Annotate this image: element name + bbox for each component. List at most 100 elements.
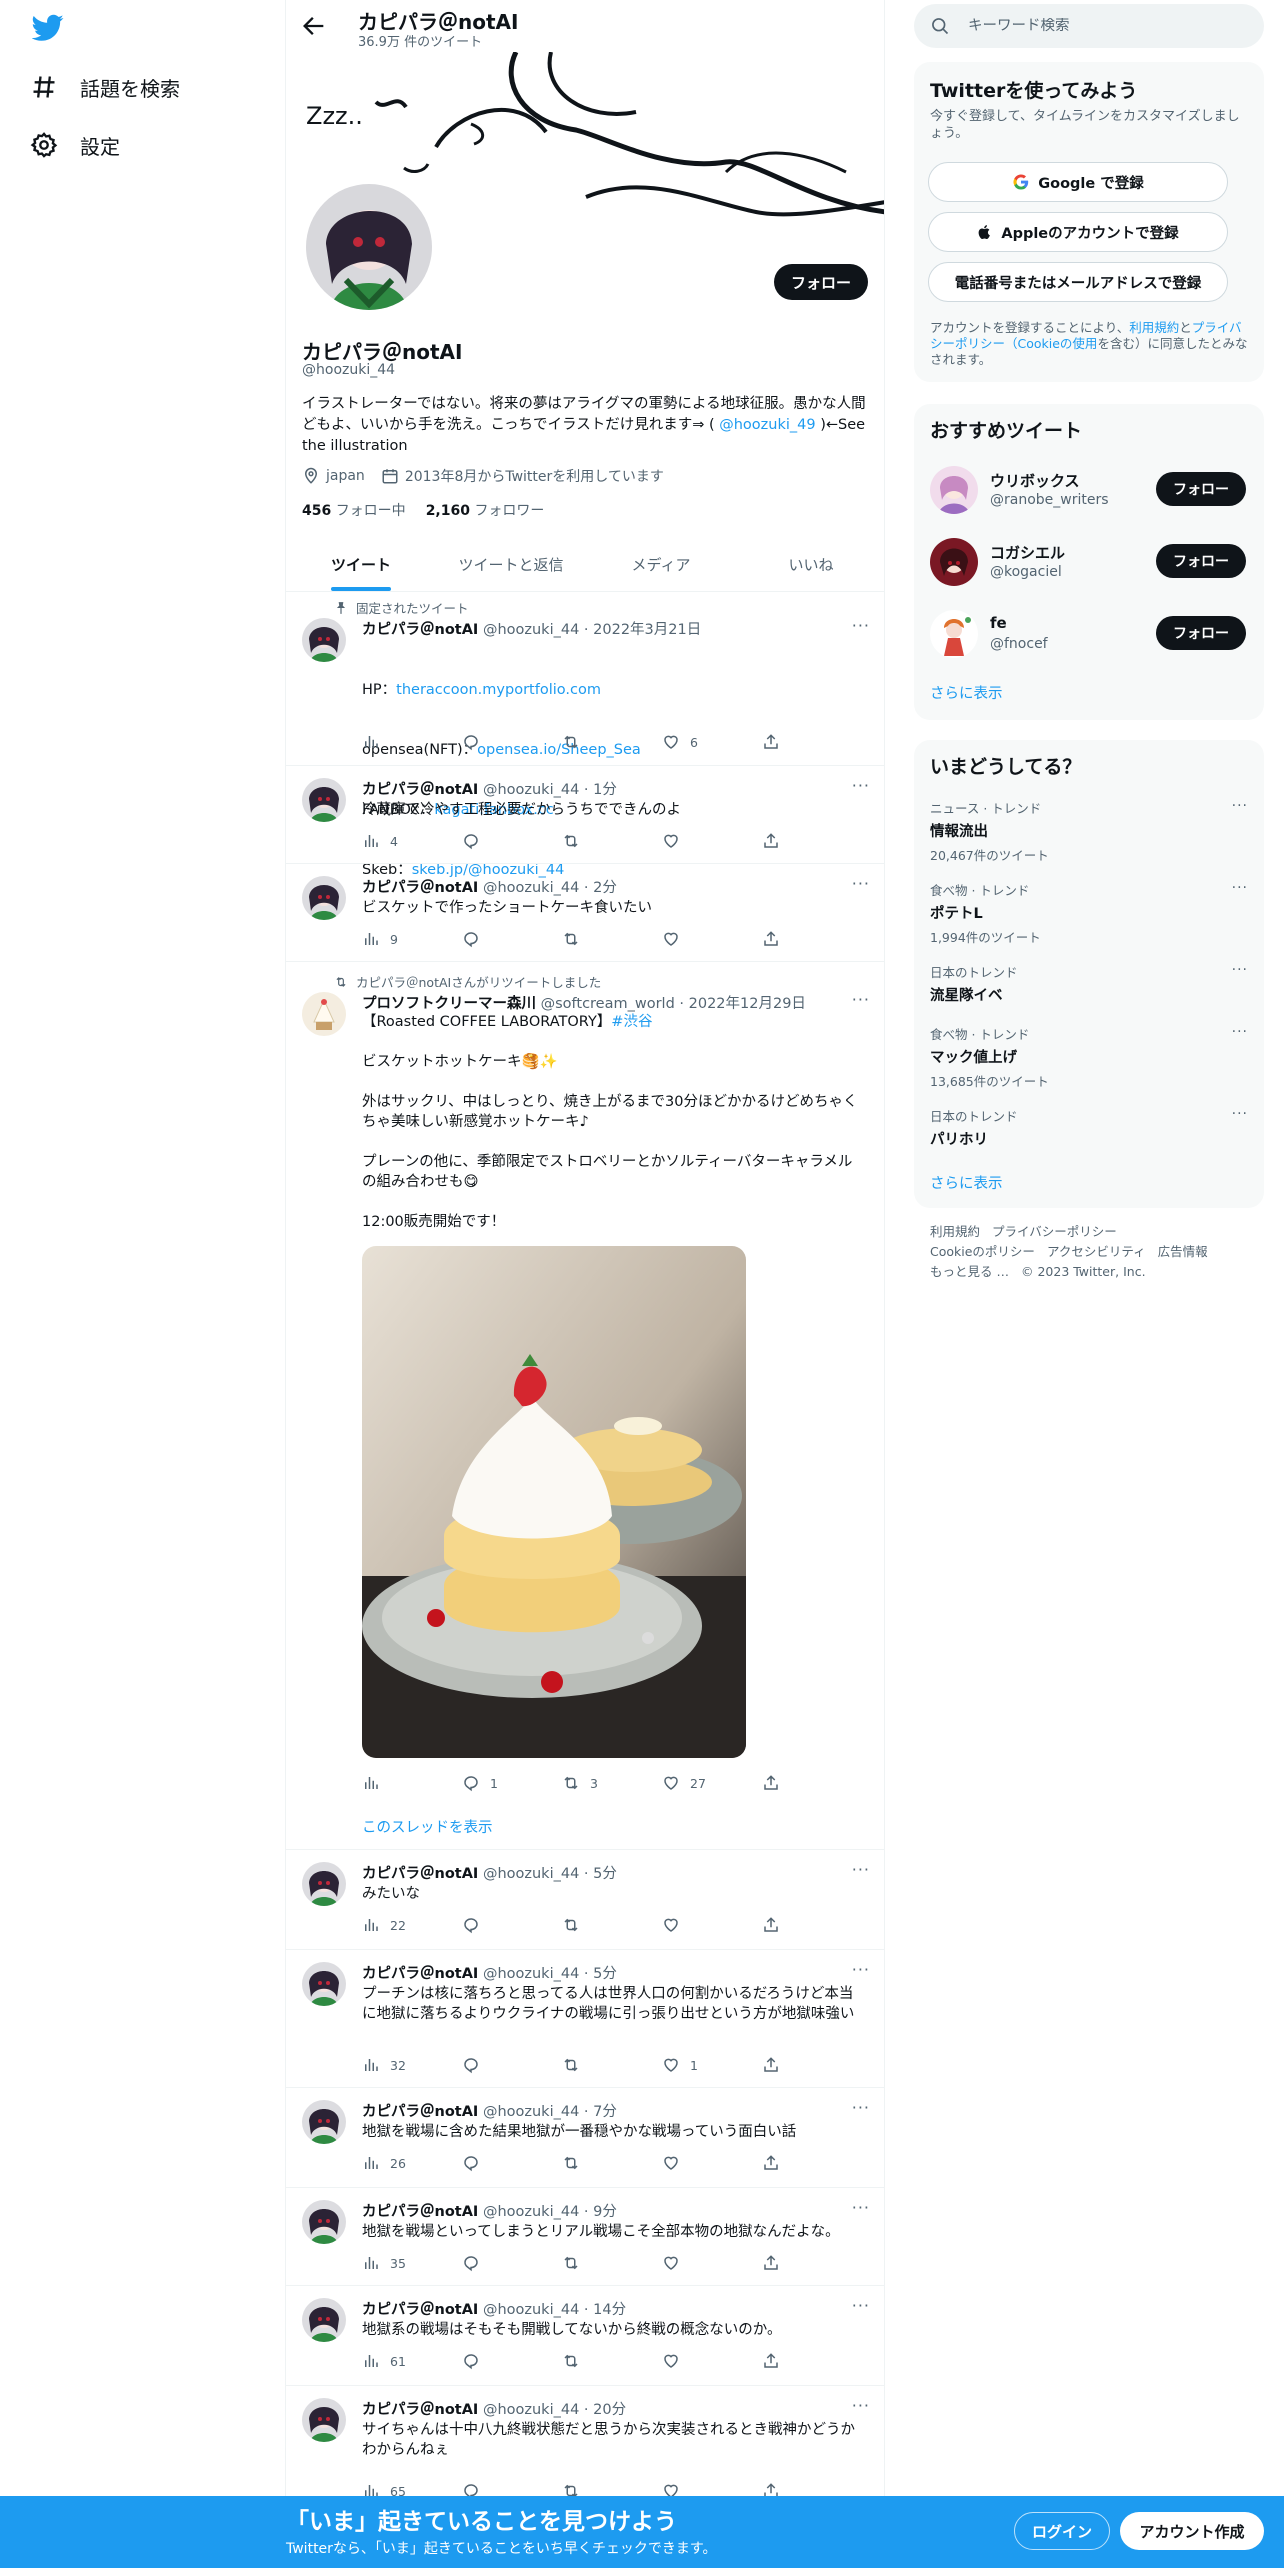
more-options-icon[interactable]: ···	[852, 1960, 870, 1979]
more-options-icon[interactable]: ···	[852, 2098, 870, 2117]
tweet-meta[interactable]: @hoozuki_44 · 9分	[483, 2204, 617, 2220]
tweet-author-name[interactable]: カピパラ＠notAI	[362, 880, 478, 896]
share-button[interactable]	[762, 930, 780, 948]
followers-link[interactable]: 2,160 フォロワー	[426, 500, 545, 520]
retweeted-tweet[interactable]: カピパラ＠notAIさんがリツイートしました プロソフトクリーマー森川 @sof…	[286, 962, 884, 1850]
reply-button[interactable]	[462, 2352, 480, 2370]
pinned-tweet[interactable]: 固定されたツイート カピパラ＠notAI @hoozuki_44 · 2022年…	[286, 592, 884, 878]
share-button[interactable]	[762, 2352, 780, 2370]
more-options-icon[interactable]: ···	[852, 1860, 870, 1879]
back-arrow-icon[interactable]	[300, 12, 328, 40]
following-link[interactable]: 456 フォロー中	[302, 500, 406, 520]
retweet-button[interactable]	[562, 733, 590, 751]
like-button[interactable]	[662, 832, 680, 850]
show-thread-link[interactable]: このスレッドを表示	[362, 1816, 493, 1837]
tweet-author-name[interactable]: プロソフトクリーマー森川	[362, 996, 536, 1012]
recommended-user[interactable]: コガシエル @kogaciel フォロー	[930, 534, 1248, 590]
terms-link[interactable]: 利用規約	[1129, 320, 1179, 335]
tweet-meta[interactable]: @softcream_world · 2022年12月29日	[541, 996, 806, 1012]
tweet[interactable]: カピパラ＠notAI @hoozuki_44 · 14分 ··· 地獄系の戦場は…	[286, 2286, 884, 2386]
tab-media[interactable]: メディア	[586, 538, 736, 591]
reply-button[interactable]	[462, 733, 490, 751]
nav-settings[interactable]: 設定	[30, 120, 120, 170]
tweet-avatar[interactable]	[302, 778, 346, 822]
footer-cookie-link[interactable]: Cookieのポリシー	[930, 1244, 1035, 1259]
tweet-meta[interactable]: @hoozuki_44 · 2分	[483, 880, 617, 896]
tweet-meta[interactable]: @hoozuki_44 · 5分	[483, 1866, 617, 1882]
google-signup-button[interactable]: Google で登録	[928, 162, 1228, 202]
tweet-meta[interactable]: @hoozuki_44 · 14分	[483, 2302, 626, 2318]
tweet-meta[interactable]: @hoozuki_44 · 20分	[483, 2402, 626, 2418]
tweet-author-name[interactable]: カピパラ＠notAI	[362, 1866, 478, 1882]
more-options-icon[interactable]: ···	[1232, 880, 1248, 896]
reply-button[interactable]	[462, 832, 480, 850]
footer-ads-link[interactable]: 広告情報	[1158, 1244, 1208, 1259]
footer-accessibility-link[interactable]: アクセシビリティ	[1047, 1244, 1146, 1259]
more-options-icon[interactable]: ···	[1232, 1024, 1248, 1040]
views-button[interactable]: 9	[362, 930, 398, 948]
footer-more-link[interactable]: もっと見る …	[930, 1264, 1009, 1279]
like-button[interactable]	[662, 2352, 680, 2370]
tweet-avatar[interactable]	[302, 1862, 346, 1906]
recommended-user[interactable]: fe @fnocef フォロー	[930, 606, 1248, 662]
tweet[interactable]: カピパラ＠notAI @hoozuki_44 · 2分 ··· ビスケットで作っ…	[286, 864, 884, 962]
tweet-avatar[interactable]	[302, 876, 346, 920]
tweet[interactable]: カピパラ＠notAI @hoozuki_44 · 7分 ··· 地獄を戦場に含め…	[286, 2088, 884, 2188]
share-button[interactable]	[762, 1916, 780, 1934]
portfolio-link[interactable]: theraccoon.myportfolio.com	[396, 682, 601, 698]
phone-email-signup-button[interactable]: 電話番号またはメールアドレスで登録	[928, 262, 1228, 302]
tweet-avatar[interactable]	[302, 618, 346, 662]
retweet-button[interactable]	[562, 2254, 580, 2272]
views-button[interactable]: 35	[362, 2254, 406, 2272]
trend-item[interactable]: ニュース · トレンド 情報流出 20,467件のツイート ···	[930, 798, 1248, 864]
tweet-meta[interactable]: @hoozuki_44 · 5分	[483, 1966, 617, 1982]
like-button[interactable]	[662, 2254, 680, 2272]
share-button[interactable]	[762, 733, 780, 751]
retweet-author-avatar[interactable]	[302, 992, 346, 1036]
share-button[interactable]	[762, 832, 780, 850]
views-button[interactable]	[362, 1774, 390, 1792]
tweet-author-name[interactable]: カピパラ＠notAI	[362, 622, 478, 638]
share-button[interactable]	[762, 2254, 780, 2272]
tab-tweets[interactable]: ツイート	[286, 538, 436, 591]
apple-signup-button[interactable]: Appleのアカウントで登録	[928, 212, 1228, 252]
views-button[interactable]: 32	[362, 2056, 406, 2074]
reply-button[interactable]	[462, 930, 480, 948]
retweet-button[interactable]	[562, 2154, 580, 2172]
more-options-icon[interactable]: ···	[852, 2198, 870, 2217]
tweet-avatar[interactable]	[302, 2100, 346, 2144]
pancake-photo[interactable]	[362, 1246, 746, 1758]
views-button[interactable]: 22	[362, 1916, 406, 1934]
create-account-button[interactable]: アカウント作成	[1120, 2512, 1264, 2550]
tweet-avatar[interactable]	[302, 2298, 346, 2342]
tweet-author-name[interactable]: カピパラ＠notAI	[362, 1966, 478, 1982]
like-button[interactable]: 27	[662, 1774, 706, 1792]
footer-privacy-link[interactable]: プライバシーポリシー	[992, 1224, 1117, 1239]
tab-tweets-replies[interactable]: ツイートと返信	[436, 538, 586, 591]
views-button[interactable]	[362, 733, 390, 751]
tweet[interactable]: カピパラ＠notAI @hoozuki_44 · 5分 ··· プーチンは核に落…	[286, 1950, 884, 2088]
share-button[interactable]	[762, 2154, 780, 2172]
tweet-author-name[interactable]: カピパラ＠notAI	[362, 2402, 478, 2418]
hashtag-link[interactable]: #渋谷	[611, 1014, 652, 1030]
share-button[interactable]	[762, 2056, 780, 2074]
profile-avatar[interactable]	[302, 180, 436, 314]
tweet[interactable]: カピパラ＠notAI @hoozuki_44 · 9分 ··· 地獄を戦場といっ…	[286, 2188, 884, 2286]
more-options-icon[interactable]: ···	[852, 874, 870, 893]
recommended-user[interactable]: ウリボックス @ranobe_writers フォロー	[930, 462, 1248, 518]
tab-likes[interactable]: いいね	[736, 538, 884, 591]
tweet[interactable]: カピパラ＠notAI @hoozuki_44 · 1分 ··· 冷蔵庫で冷やす工…	[286, 766, 884, 864]
reply-button[interactable]: 1	[462, 1774, 498, 1792]
tweet-author-name[interactable]: カピパラ＠notAI	[362, 2104, 478, 2120]
trend-item[interactable]: 食べ物 · トレンド マック値上げ 13,685件のツイート ···	[930, 1024, 1248, 1090]
search-box[interactable]	[914, 4, 1264, 48]
search-input[interactable]	[968, 18, 1248, 34]
bio-mention-link[interactable]: @hoozuki_49	[719, 417, 815, 433]
like-button[interactable]: 1	[662, 2056, 698, 2074]
retweet-button[interactable]	[562, 2352, 580, 2370]
login-button[interactable]: ログイン	[1014, 2512, 1110, 2550]
reply-button[interactable]	[462, 1916, 480, 1934]
tweet-avatar[interactable]	[302, 2200, 346, 2244]
more-options-icon[interactable]: ···	[852, 2296, 870, 2315]
follow-button[interactable]: フォロー	[1156, 616, 1246, 650]
